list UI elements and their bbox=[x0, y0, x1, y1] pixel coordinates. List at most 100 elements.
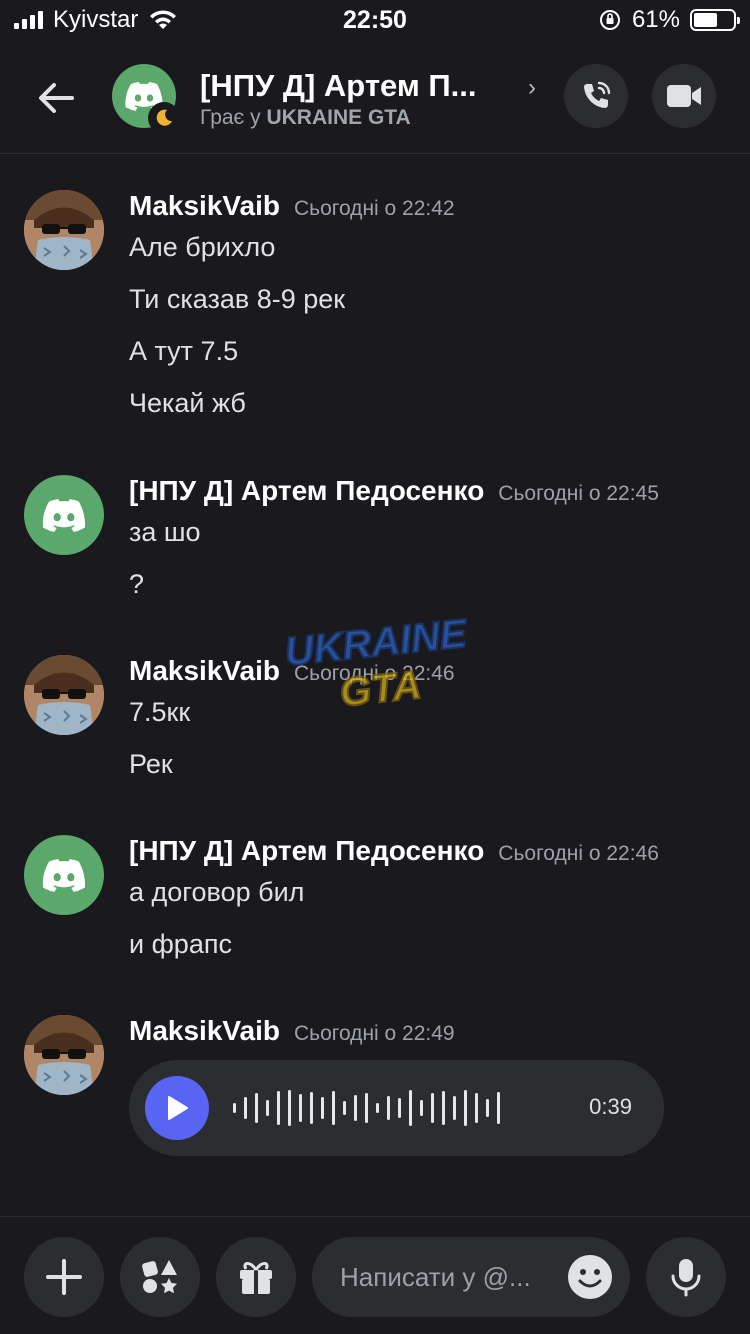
waveform-bar bbox=[354, 1095, 357, 1121]
user-photo-icon bbox=[24, 190, 104, 270]
author-name: MaksikVaib bbox=[129, 190, 280, 221]
waveform-bar bbox=[233, 1103, 236, 1113]
waveform-bar bbox=[486, 1099, 489, 1117]
waveform-bar bbox=[343, 1101, 346, 1115]
message-input-wrapper[interactable] bbox=[312, 1237, 630, 1317]
message-text: 7.5кк bbox=[129, 697, 191, 727]
message-text: А тут 7.5 bbox=[129, 336, 239, 366]
watermark-logo: UKRAINE GTA bbox=[272, 611, 482, 724]
play-button[interactable] bbox=[145, 1076, 209, 1140]
message-text: а договор бил bbox=[129, 877, 305, 907]
status-bar: Kyivstar 22:50 61% bbox=[0, 0, 750, 44]
author-name: [НПУ Д] Артем Педосенко bbox=[129, 835, 485, 866]
waveform-bar bbox=[310, 1092, 313, 1124]
play-icon bbox=[168, 1096, 188, 1120]
waveform-bar bbox=[321, 1097, 324, 1119]
message-timestamp: Сьогодні о 22:46 bbox=[498, 842, 659, 865]
user-photo-icon bbox=[24, 655, 104, 735]
message-input[interactable] bbox=[340, 1237, 560, 1317]
message-timestamp: Сьогодні о 22:45 bbox=[498, 482, 659, 505]
orientation-lock-icon bbox=[599, 10, 620, 30]
waveform-bar bbox=[453, 1096, 456, 1120]
composer-bar bbox=[0, 1216, 750, 1334]
battery-fill bbox=[694, 13, 718, 27]
activity-status: Грає у UKRAINE GTA bbox=[200, 106, 411, 130]
add-attachment-button[interactable] bbox=[24, 1237, 104, 1317]
waveform-bar bbox=[365, 1093, 368, 1123]
waveform-bar bbox=[475, 1093, 478, 1123]
message-author[interactable]: MaksikVaib Сьогодні о 22:49 bbox=[129, 1015, 455, 1047]
message-text: Але брихло bbox=[129, 232, 276, 262]
message-text: и фрапс bbox=[129, 929, 232, 959]
author-name: [НПУ Д] Артем Педосенко bbox=[129, 475, 485, 506]
waveform-bar bbox=[464, 1090, 467, 1126]
user-avatar[interactable] bbox=[24, 190, 104, 270]
discord-logo-icon bbox=[42, 859, 86, 892]
waveform-bar bbox=[299, 1094, 302, 1122]
voice-duration: 0:39 bbox=[589, 1094, 632, 1119]
message-text: ? bbox=[129, 569, 145, 599]
waveform-bar bbox=[497, 1092, 500, 1124]
emoji-button[interactable] bbox=[568, 1255, 612, 1299]
gift-icon bbox=[240, 1262, 272, 1294]
battery-icon bbox=[690, 9, 740, 31]
voice-message[interactable]: 0:39 bbox=[129, 1060, 664, 1156]
waveform-bar bbox=[244, 1097, 247, 1119]
message-text: за шо bbox=[129, 517, 201, 547]
activity-prefix: Грає у bbox=[200, 106, 261, 129]
emoji-icon bbox=[578, 1269, 602, 1288]
waveform-bar bbox=[420, 1100, 423, 1116]
waveform-bar bbox=[277, 1091, 280, 1125]
waveform-bar bbox=[387, 1096, 390, 1120]
waveform-bar bbox=[288, 1090, 291, 1126]
waveform-bar bbox=[255, 1093, 258, 1123]
discord-logo-icon bbox=[42, 499, 86, 532]
waveform-bar bbox=[398, 1098, 401, 1118]
watermark-line1: UKRAINE bbox=[283, 614, 470, 674]
ukraine-gta-watermark: UKRAINE GTA bbox=[282, 611, 471, 717]
chat-title[interactable]: [НПУ Д] Артем П... bbox=[200, 68, 477, 104]
message-timestamp: Сьогодні о 22:49 bbox=[293, 1022, 455, 1045]
user-avatar[interactable] bbox=[24, 1015, 104, 1095]
user-avatar[interactable] bbox=[24, 655, 104, 735]
status-right: 61% bbox=[598, 6, 740, 34]
microphone-icon bbox=[671, 1259, 701, 1297]
activity-game: UKRAINE GTA bbox=[266, 106, 411, 129]
plus-icon bbox=[46, 1259, 82, 1295]
back-button[interactable] bbox=[34, 76, 78, 120]
message-text: Ти сказав 8-9 рек bbox=[129, 284, 346, 314]
waveform-bar bbox=[376, 1103, 379, 1113]
chevron-right-icon[interactable]: › bbox=[528, 74, 536, 102]
voice-record-button[interactable] bbox=[646, 1237, 726, 1317]
video-camera-icon bbox=[667, 85, 701, 107]
author-name: MaksikVaib bbox=[129, 655, 280, 686]
message-text: Чекай жб bbox=[129, 388, 246, 418]
video-call-button[interactable] bbox=[652, 64, 716, 128]
back-arrow-icon bbox=[39, 83, 74, 113]
battery-percent: 61% bbox=[631, 6, 680, 33]
voice-call-button[interactable] bbox=[564, 64, 628, 128]
waveform-bar bbox=[266, 1100, 269, 1116]
gift-button[interactable] bbox=[216, 1237, 296, 1317]
user-photo-icon bbox=[24, 1015, 104, 1095]
message-author[interactable]: [НПУ Д] Артем Педосенко Сьогодні о 22:46 bbox=[129, 835, 659, 867]
moon-icon bbox=[156, 109, 172, 126]
user-avatar[interactable] bbox=[24, 475, 104, 555]
message-text: Рек bbox=[129, 749, 173, 779]
apps-button[interactable] bbox=[120, 1237, 200, 1317]
waveform-bar bbox=[409, 1090, 412, 1126]
apps-icon bbox=[142, 1260, 177, 1294]
idle-status-badge bbox=[148, 102, 180, 134]
message-author[interactable]: [НПУ Д] Артем Педосенко Сьогодні о 22:45 bbox=[129, 475, 659, 507]
user-avatar[interactable] bbox=[24, 835, 104, 915]
watermark-line2: GTA bbox=[338, 663, 424, 715]
waveform-bar bbox=[442, 1091, 445, 1125]
waveform-bar bbox=[332, 1091, 335, 1125]
chat-header: [НПУ Д] Артем П... › Грає у UKRAINE GTA bbox=[0, 44, 750, 154]
message-author[interactable]: MaksikVaib Сьогодні о 22:42 bbox=[129, 190, 455, 222]
waveform-bar bbox=[431, 1093, 434, 1123]
message-timestamp: Сьогодні о 22:42 bbox=[293, 197, 455, 220]
author-name: MaksikVaib bbox=[129, 1015, 280, 1046]
phone-call-icon bbox=[584, 81, 611, 108]
waveform[interactable] bbox=[233, 1088, 500, 1128]
